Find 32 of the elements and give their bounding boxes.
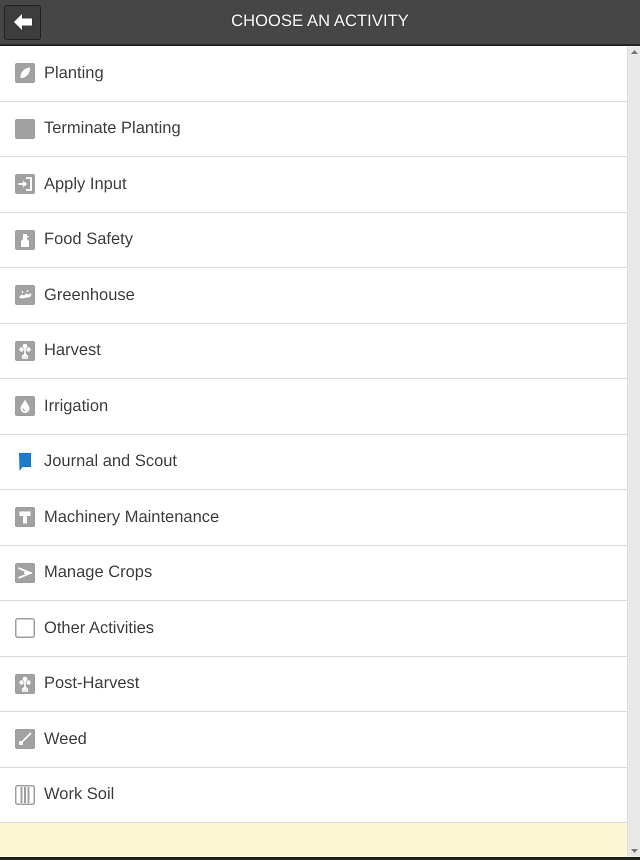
scrollbar[interactable] [627,46,640,857]
columns-icon [15,784,35,805]
activity-item[interactable]: Harvest [0,324,627,379]
hammer-icon [15,507,35,528]
activity-item[interactable]: Food Safety [0,212,627,268]
plant-icon [15,674,35,694]
header-title: CHOOSE AN ACTIVITY [231,12,409,30]
scroll-up-arrow-icon[interactable] [630,50,638,54]
activity-item[interactable]: Apply Input [0,157,627,212]
hoe-icon [15,729,35,750]
arrow-left-icon [14,14,32,30]
activity-item[interactable]: Machinery Maintenance [0,490,627,546]
seedlings-icon [15,285,35,306]
activity-item[interactable]: Manage Crops [0,546,627,601]
water-drop-icon [15,396,35,416]
plant-icon [15,340,35,361]
scroll-down-arrow-icon[interactable] [630,849,638,853]
spray-bottle-icon [15,230,35,250]
empty-square-icon [15,618,35,638]
square-icon [15,118,35,139]
activity-item[interactable]: Planting [0,46,627,102]
back-button[interactable] [4,4,41,40]
activity-item[interactable]: Greenhouse [0,268,627,324]
enter-icon [15,174,35,194]
activity-item[interactable]: Post-Harvest [0,656,627,712]
scissors-icon [15,562,35,583]
activity-item[interactable]: Weed [0,712,627,768]
activity-item[interactable]: Irrigation [0,379,627,434]
activity-item[interactable]: Journal and Scout [0,434,627,490]
activity-item[interactable]: Other Activities [0,601,627,656]
activity-item[interactable]: Terminate Planting [0,102,627,157]
seed-icon [15,63,35,84]
